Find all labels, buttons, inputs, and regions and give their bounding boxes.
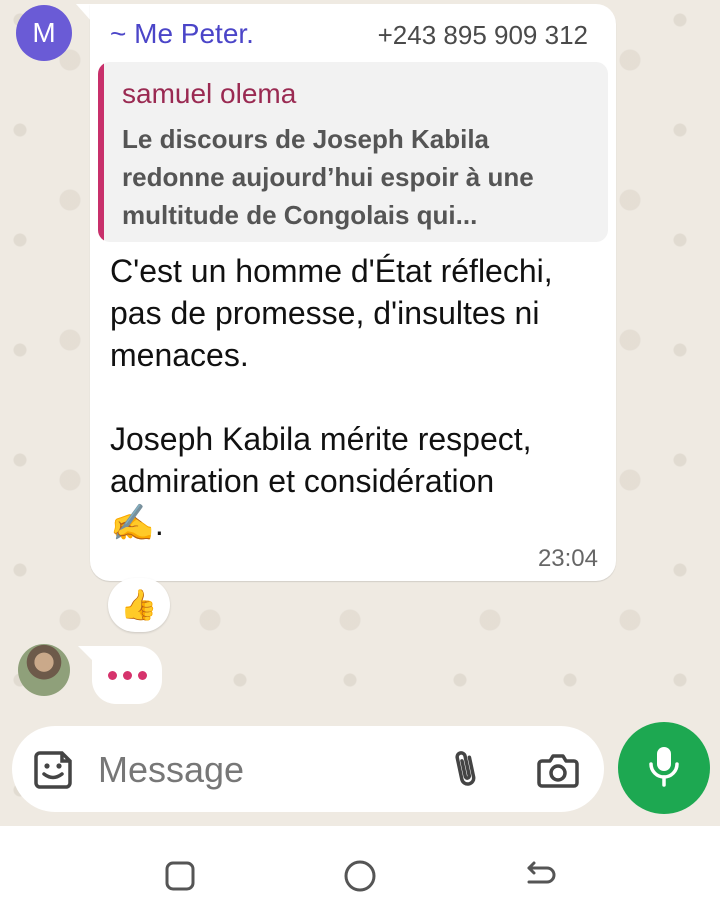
- voice-record-button[interactable]: [618, 722, 710, 814]
- typing-user-avatar[interactable]: [18, 644, 70, 696]
- message-input[interactable]: [96, 744, 430, 796]
- message-bubble[interactable]: ~ Me Peter. +243 895 909 312 samuel olem…: [90, 4, 616, 581]
- sticker-icon[interactable]: [32, 747, 76, 791]
- thumbs-up-reaction: 👍: [120, 588, 158, 622]
- camera-icon[interactable]: [536, 748, 580, 792]
- typing-indicator: [92, 646, 162, 704]
- message-composer: [12, 726, 604, 812]
- sender-avatar-initial: M: [32, 17, 56, 48]
- message-trailing-punct: .: [154, 506, 164, 542]
- home-circle-icon[interactable]: [340, 856, 380, 896]
- quote-text: Le discours de Joseph Kabila redonne auj…: [122, 124, 534, 230]
- reaction-chip[interactable]: 👍: [108, 578, 170, 632]
- recents-square-icon[interactable]: [160, 856, 200, 896]
- quote-author: samuel olema: [122, 78, 297, 109]
- back-arrow-icon[interactable]: [520, 856, 560, 896]
- writing-hand-emoji: ✍️: [110, 502, 155, 543]
- typing-dot: [122, 670, 132, 680]
- message-paragraph-2-text: Joseph Kabila mérite respect, admiration…: [110, 421, 532, 499]
- quoted-message[interactable]: samuel olema Le discours de Joseph Kabil…: [98, 62, 608, 242]
- system-navigation-bar: [0, 826, 720, 921]
- typing-dot: [137, 670, 147, 680]
- chat-area: M ~ Me Peter. +243 895 909 312 samuel ol…: [0, 0, 720, 720]
- sender-avatar[interactable]: M: [16, 5, 72, 61]
- message-paragraph-1: C'est un homme d'État réflechi, pas de p…: [110, 253, 553, 373]
- sender-name[interactable]: ~ Me Peter.: [110, 18, 254, 50]
- paperclip-icon[interactable]: [448, 748, 486, 792]
- message-time: 23:04: [537, 545, 598, 572]
- microphone-icon: [644, 744, 684, 793]
- sender-phone[interactable]: +243 895 909 312: [378, 20, 588, 51]
- quote-accent-bar: [98, 62, 104, 242]
- typing-dot: [107, 670, 117, 680]
- message-body: C'est un homme d'État réflechi, pas de p…: [110, 250, 600, 545]
- message-paragraph-2: Joseph Kabila mérite respect, admiration…: [110, 418, 600, 545]
